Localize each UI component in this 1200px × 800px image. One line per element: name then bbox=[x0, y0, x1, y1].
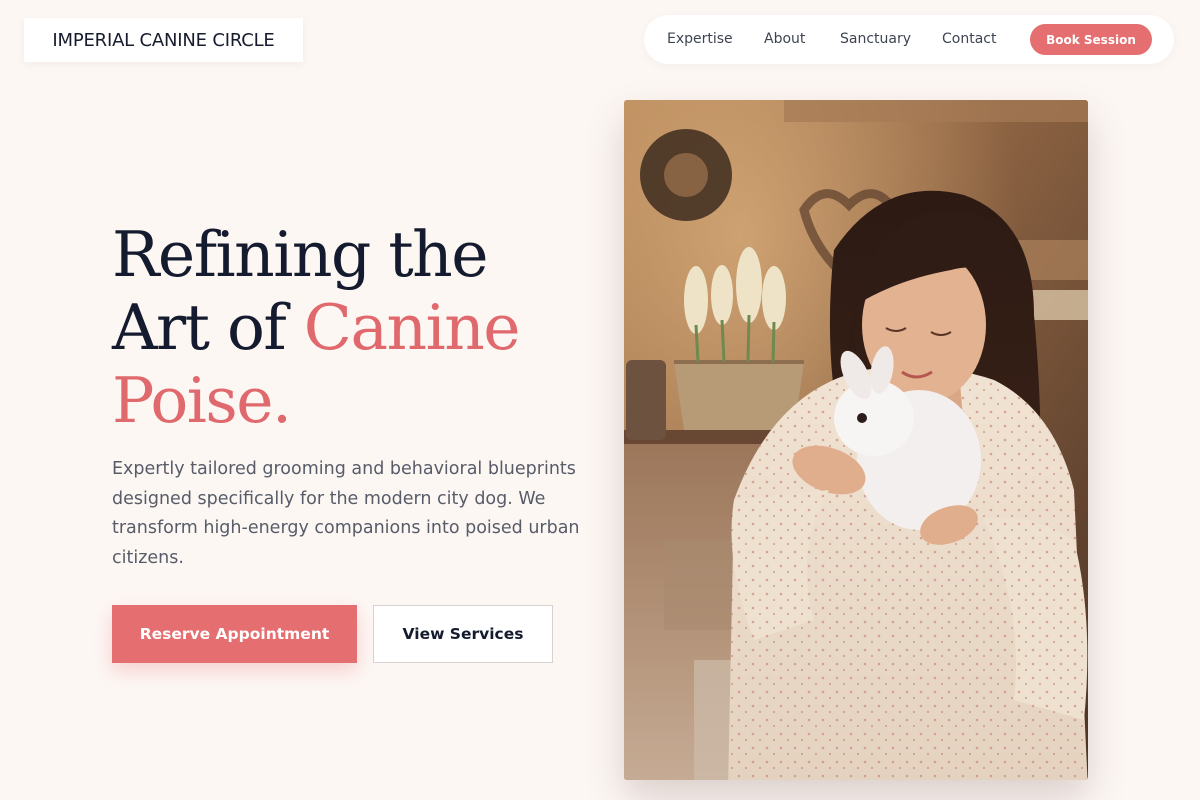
hero-headline: Refining the Art of Canine Poise. bbox=[112, 218, 521, 437]
headline-line-1: Refining the bbox=[112, 218, 489, 291]
headline-line-3-accent: Poise. bbox=[112, 364, 292, 437]
reserve-appointment-button[interactable]: Reserve Appointment bbox=[112, 605, 357, 663]
hero-description: Expertly tailored grooming and behaviora… bbox=[112, 459, 580, 568]
nav-link-contact[interactable]: Contact bbox=[942, 30, 996, 48]
brand-logo[interactable]: IMPERIAL CANINE CIRCLE bbox=[24, 18, 303, 62]
headline-line-2-accent: Canine bbox=[303, 291, 521, 364]
book-session-button[interactable]: Book Session bbox=[1030, 24, 1152, 55]
main-nav: Expertise About Sanctuary Contact Book S… bbox=[644, 15, 1174, 64]
headline-line-2: Art of Canine bbox=[112, 291, 521, 364]
hero-photo bbox=[624, 100, 1088, 780]
nav-link-about[interactable]: About bbox=[764, 30, 805, 48]
view-services-button[interactable]: View Services bbox=[373, 605, 553, 663]
headline-line-2-plain: Art of bbox=[112, 291, 304, 364]
nav-link-expertise[interactable]: Expertise bbox=[667, 30, 733, 48]
nav-link-sanctuary[interactable]: Sanctuary bbox=[840, 30, 911, 48]
